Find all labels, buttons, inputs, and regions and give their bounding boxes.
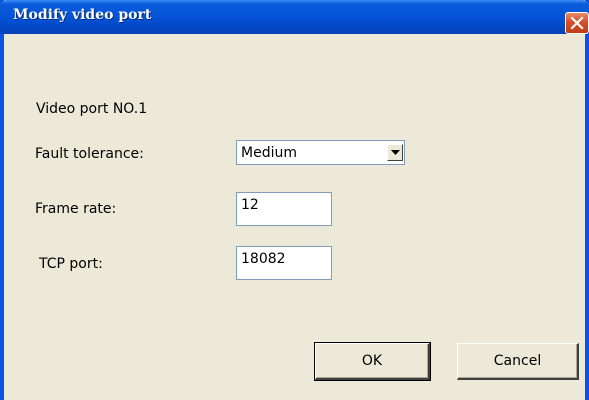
tcp-port-input[interactable]: 18082	[236, 246, 332, 280]
fault-tolerance-dropdown-button[interactable]	[387, 144, 403, 161]
close-button[interactable]	[565, 12, 589, 34]
title-bar[interactable]: Modify video port	[0, 0, 589, 34]
tcp-port-label: TCP port:	[39, 256, 103, 272]
dialog-window: Modify video port Video port NO.1 Fault …	[0, 0, 589, 400]
fault-tolerance-select[interactable]: Medium	[236, 140, 405, 165]
frame-rate-label: Frame rate:	[35, 201, 117, 217]
fault-tolerance-label: Fault tolerance:	[35, 146, 144, 162]
frame-rate-input[interactable]: 12	[236, 192, 332, 226]
ok-button[interactable]: OK	[314, 342, 431, 381]
video-port-heading: Video port NO.1	[36, 101, 148, 117]
fault-tolerance-selected-value: Medium	[241, 145, 297, 161]
cancel-button[interactable]: Cancel	[457, 343, 579, 380]
window-title: Modify video port	[13, 7, 152, 23]
